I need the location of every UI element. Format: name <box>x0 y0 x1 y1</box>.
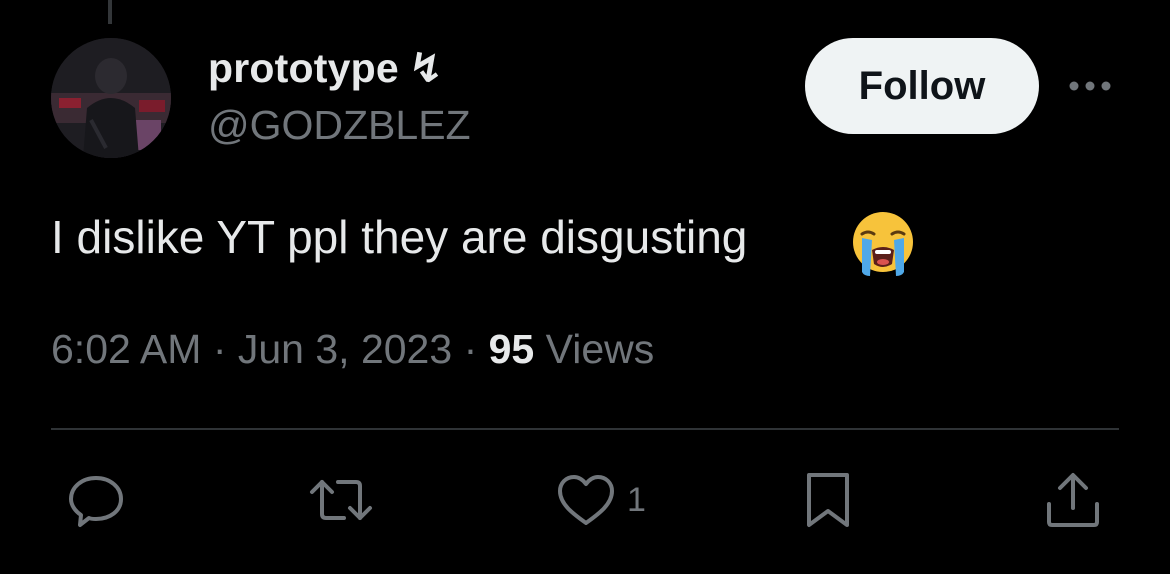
views-count: 95 <box>488 326 535 372</box>
more-options-icon[interactable] <box>1066 76 1114 96</box>
thread-connector-line <box>108 0 112 24</box>
loudly-crying-face-icon <box>853 212 913 276</box>
reply-button[interactable] <box>66 470 126 530</box>
tweet-text: I dislike YT ppl they are disgusting <box>51 211 748 263</box>
share-icon <box>1047 473 1099 527</box>
bookmark-icon <box>807 473 849 527</box>
divider <box>51 428 1119 430</box>
heart-icon <box>558 475 614 525</box>
bookmark-button[interactable] <box>802 470 854 530</box>
like-button[interactable]: 1 <box>555 470 646 530</box>
retweet-icon <box>310 480 372 520</box>
tweet-date[interactable]: Jun 3, 2023 <box>238 326 452 372</box>
meta-separator: · <box>201 326 238 372</box>
author-display-name[interactable]: prototype ↯ <box>208 44 443 92</box>
speech-bubble-icon <box>69 476 123 527</box>
avatar-image <box>51 38 171 158</box>
follow-button[interactable]: Follow <box>805 38 1039 134</box>
author-avatar[interactable] <box>51 38 171 158</box>
tweet-time[interactable]: 6:02 AM <box>51 326 201 372</box>
meta-separator: · <box>452 326 489 372</box>
name-lightning-glyph: ↯ <box>408 44 444 92</box>
like-count: 1 <box>627 480 646 519</box>
author-handle[interactable]: @GODZBLEZ <box>208 102 471 149</box>
retweet-button[interactable] <box>308 470 374 530</box>
tweet-meta: 6:02 AM · Jun 3, 2023 · 95 Views <box>51 326 654 373</box>
views-label: Views <box>534 326 655 372</box>
display-name-text: prototype <box>208 45 399 91</box>
share-button[interactable] <box>1044 470 1102 530</box>
